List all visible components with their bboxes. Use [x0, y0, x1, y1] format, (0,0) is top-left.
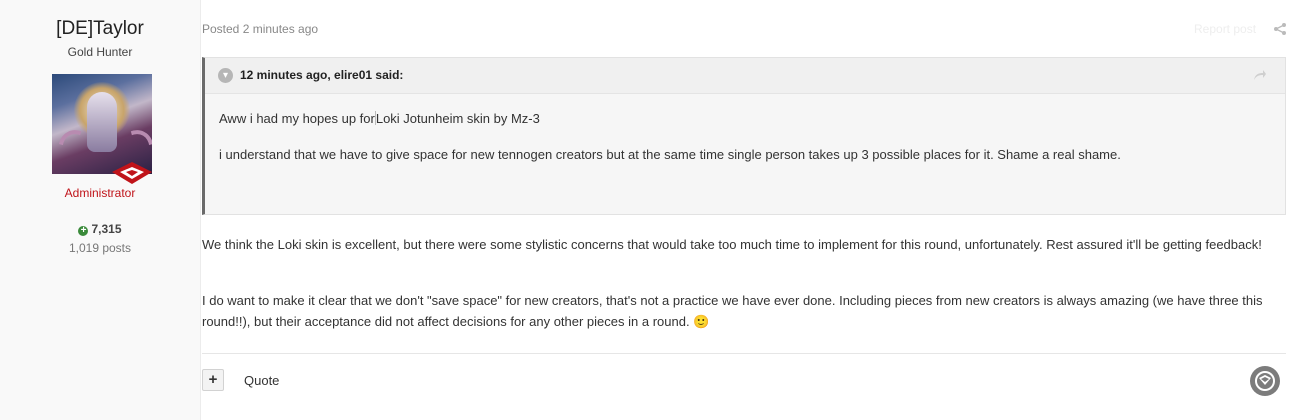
author-title: Gold Hunter — [67, 45, 133, 59]
post-timestamp[interactable]: Posted 2 minutes ago — [202, 22, 318, 36]
forum-post: [DE]Taylor Gold Hunter Administrator +7,… — [0, 0, 1302, 420]
post-count: 1,019 posts — [68, 241, 132, 255]
quote-button[interactable]: Quote — [244, 373, 279, 388]
divider — [202, 353, 1286, 354]
post-paragraph: I do want to make it clear that we don't… — [202, 293, 1263, 329]
author-name[interactable]: [DE]Taylor — [0, 18, 200, 40]
multiquote-button[interactable]: + — [202, 369, 224, 391]
share-icon[interactable] — [1273, 22, 1287, 36]
quote-block: ▾ 12 minutes ago, elire01 said: Aww i ha… — [202, 57, 1286, 215]
reaction-face-icon — [1255, 371, 1275, 391]
go-to-quote-icon[interactable] — [1253, 68, 1267, 82]
staff-badge-icon — [112, 162, 152, 184]
quote-text-line: i understand that we have to give space … — [219, 147, 1121, 162]
author-panel: [DE]Taylor Gold Hunter Administrator +7,… — [0, 0, 201, 420]
report-post-link[interactable]: Report post — [1194, 22, 1256, 36]
reaction-icon[interactable] — [1250, 366, 1280, 396]
chevron-down-icon[interactable]: ▾ — [218, 68, 233, 83]
quote-citation: 12 minutes ago, elire01 said: — [240, 68, 404, 82]
author-role: Administrator — [64, 186, 136, 200]
avatar[interactable] — [52, 74, 152, 174]
post-paragraph: We think the Loki skin is excellent, but… — [202, 237, 1262, 252]
reputation-value: 7,315 — [91, 222, 122, 236]
reputation-plus-icon: + — [78, 226, 89, 236]
quote-text-line: Aww i had my hopes up forLoki Jotunheim … — [219, 111, 540, 126]
quote-text-a: Aww i had my hopes up for — [219, 111, 375, 126]
quote-text-b: Loki Jotunheim skin by Mz-3 — [375, 111, 540, 126]
reputation: +7,315 — [0, 222, 200, 236]
quote-header: ▾ 12 minutes ago, elire01 said: — [205, 58, 1285, 94]
